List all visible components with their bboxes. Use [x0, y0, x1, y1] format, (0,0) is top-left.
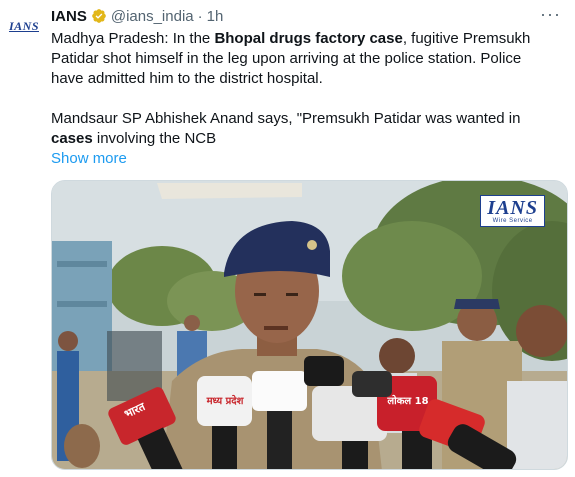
avatar-logo-text: IANS [8, 18, 39, 33]
separator-dot: · [197, 7, 203, 25]
text-segment: involving the NCB [92, 130, 217, 147]
watermark-text: IANS [487, 197, 538, 219]
timestamp[interactable]: 1h [207, 8, 224, 25]
tweet-paragraph-1: Madhya Pradesh: In the Bhopal drugs fact… [51, 29, 556, 89]
show-more-link[interactable]: Show more [51, 149, 556, 169]
mic-label: लोकल 18 [387, 396, 429, 407]
watermark-logo: IANS Wire Service [480, 195, 545, 227]
bold-segment: Bhopal drugs factory case [214, 30, 403, 47]
tweet-header: IANS @ians_india · 1h [51, 6, 561, 26]
more-horizontal-icon[interactable]: ··· [540, 4, 561, 25]
avatar[interactable]: IANS [6, 8, 42, 44]
handle[interactable]: @ians_india [111, 8, 194, 25]
verified-badge-icon [92, 9, 106, 23]
bold-segment: cases [51, 130, 93, 147]
tweet-paragraph-2: Mandsaur SP Abhishek Anand says, "Premsu… [51, 109, 556, 149]
mic-label: मध्य प्रदेश [206, 396, 244, 407]
tweet-text: Madhya Pradesh: In the Bhopal drugs fact… [51, 29, 556, 169]
watermark-subtext: Wire Service [492, 218, 533, 224]
text-segment: Madhya Pradesh: In the [51, 30, 215, 47]
text-segment: Mandsaur SP Abhishek Anand says, "Premsu… [51, 110, 521, 127]
tweet-media-image[interactable]: भारत मध्य प्रदेश लोकल 18 IANS Wire Servi… [51, 180, 568, 470]
display-name[interactable]: IANS [51, 8, 87, 25]
